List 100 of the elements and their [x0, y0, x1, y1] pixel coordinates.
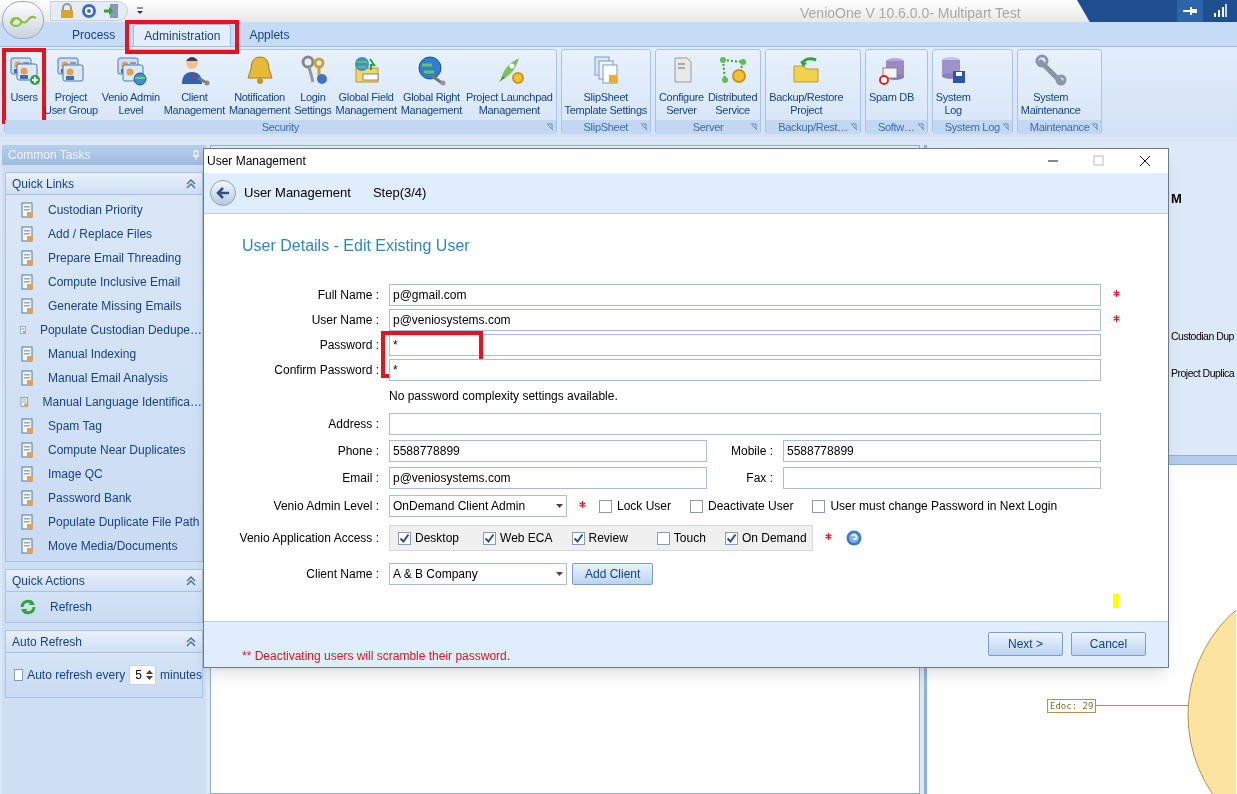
launcher-arrow-icon — [850, 123, 858, 131]
ribbon-button[interactable]: Users — [6, 50, 42, 120]
text-field[interactable] — [389, 413, 1101, 435]
checkbox[interactable] — [690, 499, 704, 513]
launcher-arrow-icon — [1001, 123, 1010, 131]
ribbon-button[interactable]: Distributed Service — [705, 50, 760, 120]
ribbon-tab[interactable]: Administration — [133, 24, 232, 46]
ribbon-button[interactable]: Global Right Management — [398, 50, 464, 120]
checkbox[interactable] — [599, 499, 612, 513]
dialog-launcher-button[interactable] — [750, 123, 759, 131]
ribbon-button[interactable]: Venio Admin Level — [99, 50, 162, 120]
dialog-launcher-button[interactable] — [916, 123, 925, 131]
task-link[interactable]: Move Media/Documents — [48, 537, 178, 555]
app-logo-button[interactable] — [2, 1, 44, 39]
checkbox-label: Touch — [673, 530, 706, 547]
maximize-icon — [1092, 155, 1106, 167]
ribbon-button[interactable]: System Maintenance — [1018, 50, 1083, 120]
ribbon-tab[interactable]: Process — [62, 24, 126, 46]
text-field[interactable] — [783, 467, 1101, 489]
task-link[interactable]: Add / Replace Files — [48, 225, 153, 243]
caret-icon — [556, 504, 563, 508]
dialog-launcher-button[interactable] — [1091, 123, 1100, 131]
task-link[interactable]: Spam Tag — [48, 417, 102, 435]
section-header: Quick Links — [12, 175, 75, 193]
text-field[interactable]: 5588778899 — [783, 440, 1101, 462]
text-field[interactable]: * — [389, 359, 1101, 381]
document-icon — [19, 418, 35, 434]
collapse-icon — [186, 636, 196, 647]
ribbon-button[interactable]: Global Field Management — [333, 50, 399, 120]
task-link[interactable]: Image QC — [48, 465, 103, 483]
field-label: User Name : — [310, 312, 380, 329]
ribbon-button[interactable]: System Log — [933, 50, 973, 120]
collapse-button[interactable] — [186, 575, 196, 586]
text-field[interactable]: * — [389, 334, 1101, 356]
field-label: Phone : — [336, 443, 380, 460]
launcher-arrow-icon — [750, 123, 759, 131]
checkbox-label: User must change Password in Next Login — [830, 498, 1058, 515]
pin-button[interactable] — [1177, 0, 1203, 22]
checkbox[interactable] — [483, 531, 497, 545]
field-label: Full Name : — [316, 287, 380, 304]
document-icon — [19, 346, 35, 362]
help-icon — [81, 3, 97, 19]
ribbon-tab[interactable]: Applets — [239, 24, 300, 46]
text-field[interactable]: p@gmail.com — [389, 284, 1101, 306]
number-spinner[interactable]: 5 — [129, 665, 156, 685]
task-link[interactable]: Manual Indexing — [48, 345, 137, 363]
dialog-launcher-button[interactable] — [850, 123, 858, 131]
checkbox[interactable] — [656, 531, 670, 545]
launcher-arrow-icon — [545, 123, 554, 131]
exit-door-button[interactable] — [103, 3, 119, 19]
ribbon-button[interactable]: Backup/Restore Project — [767, 50, 846, 120]
task-link[interactable]: Manual Language Identifica… — [42, 393, 202, 411]
check-icon — [572, 532, 584, 544]
customize-toolbar-button[interactable] — [136, 5, 146, 17]
ribbon-button[interactable]: SlipSheet Template Settings — [562, 50, 649, 120]
task-link[interactable]: Compute Near Duplicates — [48, 441, 186, 459]
task-link[interactable]: Populate Custodian Dedupe… — [39, 321, 202, 339]
help-button[interactable] — [846, 530, 862, 546]
ribbon-button[interactable]: Configure Server — [656, 50, 706, 120]
text-field[interactable]: p@veniosystems.com — [389, 309, 1101, 331]
dialog-launcher-button[interactable] — [545, 123, 554, 131]
dropdown[interactable]: A & B Company — [389, 563, 567, 585]
dropdown[interactable]: OnDemand Client Admin — [389, 495, 567, 517]
task-link[interactable]: Prepare Email Threading — [48, 249, 182, 267]
collapse-button[interactable] — [186, 636, 196, 647]
ribbon-button[interactable]: Client Management — [161, 50, 227, 120]
document-icon — [19, 226, 35, 242]
spin-arrows-icon — [145, 669, 153, 681]
task-link[interactable]: Manual Email Analysis — [48, 369, 169, 387]
collapse-button[interactable] — [186, 178, 196, 189]
ribbon-button[interactable]: Notification Management — [226, 50, 293, 120]
field-label: Address : — [327, 416, 380, 433]
task-link[interactable]: Compute Inclusive Email — [48, 273, 181, 291]
checkbox[interactable] — [14, 669, 24, 681]
ribbon-button[interactable]: Spam DB — [867, 50, 916, 120]
ribbon-button[interactable]: Project Launchpad Management — [463, 50, 555, 120]
cancel-button[interactable]: Cancel — [1071, 632, 1146, 656]
pane-title: Common Tasks — [8, 147, 91, 164]
document-icon — [19, 370, 35, 386]
help-button[interactable] — [81, 3, 97, 19]
text-field[interactable]: 5588778899 — [389, 440, 707, 462]
dialog-launcher-button[interactable] — [1001, 123, 1010, 131]
add-client-button[interactable]: Add Client — [572, 563, 654, 585]
back-button[interactable] — [210, 180, 236, 206]
dialog-launcher-button[interactable] — [639, 123, 648, 131]
task-link[interactable]: Generate Missing Emails — [48, 297, 182, 315]
task-link[interactable]: Custodian Priority — [48, 201, 143, 219]
checkbox[interactable] — [724, 531, 738, 545]
document-icon — [19, 514, 35, 530]
checkbox[interactable] — [812, 499, 826, 513]
text-field[interactable]: p@veniosystems.com — [389, 467, 707, 489]
checkbox[interactable] — [571, 531, 585, 545]
next-button[interactable]: Next > — [988, 632, 1063, 656]
checkbox[interactable] — [398, 531, 411, 545]
group-label: Security — [261, 119, 299, 135]
lock-button[interactable] — [59, 3, 75, 19]
task-link[interactable]: Refresh — [50, 598, 93, 616]
task-link[interactable]: Password Bank — [48, 489, 132, 507]
ribbon-button[interactable]: Login Settings — [292, 50, 334, 120]
task-link[interactable]: Populate Duplicate File Path — [48, 513, 200, 531]
